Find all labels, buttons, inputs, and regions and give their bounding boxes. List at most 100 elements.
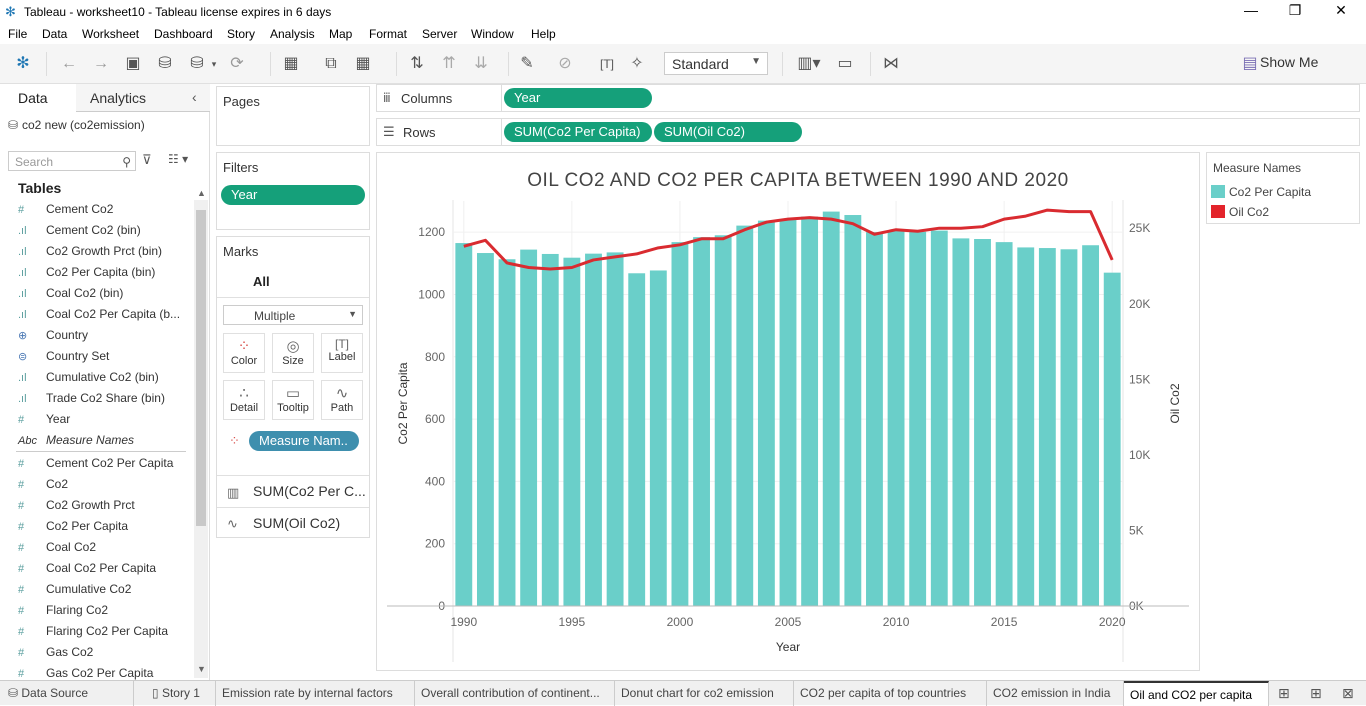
field-item[interactable]: # Gas Co2 — [18, 645, 93, 666]
rows-pill-oil-co2[interactable]: SUM(Oil Co2) — [654, 122, 802, 142]
scroll-up-icon[interactable]: ▲ — [197, 188, 206, 198]
tab-analytics[interactable]: Analytics — [76, 84, 194, 112]
tab-emission-rate[interactable]: Emission rate by internal factors — [216, 681, 415, 706]
new-dashboard-icon[interactable]: ⊞ — [1310, 685, 1322, 702]
menu-server[interactable]: Server — [422, 27, 457, 41]
save-icon[interactable]: ▣ — [122, 53, 144, 75]
menu-file[interactable]: File — [8, 27, 27, 41]
menu-analysis[interactable]: Analysis — [270, 27, 315, 41]
show-mark-labels-icon[interactable]: [T] — [596, 53, 618, 75]
tab-oil-and-co2-per-capita[interactable]: Oil and CO2 per capita — [1124, 681, 1269, 706]
marks-layer-co2-per-capita[interactable]: SUM(Co2 Per C... — [253, 483, 366, 499]
new-datasource-icon[interactable]: ⛁ — [154, 53, 176, 75]
view-size-dropdown[interactable]: Standard ▼ — [664, 52, 768, 75]
view-options-icon[interactable]: ☷ ▾ — [168, 152, 188, 166]
tab-data-source[interactable]: ⛁ Data Source — [0, 681, 134, 706]
field-item[interactable]: .ıl Coal Co2 Per Capita (b... — [18, 307, 180, 328]
menu-data[interactable]: Data — [42, 27, 67, 41]
field-item[interactable]: # Year — [18, 412, 70, 433]
restore-button[interactable]: ❐ — [1272, 2, 1318, 22]
undo-icon[interactable]: ← — [58, 53, 80, 75]
menu-dashboard[interactable]: Dashboard — [154, 27, 213, 41]
tableau-start-icon[interactable]: ✻ — [12, 53, 34, 75]
measure-names-color-pill[interactable]: Measure Nam.. — [249, 431, 359, 451]
tab-co2-emission-india[interactable]: CO2 emission in India — [987, 681, 1124, 706]
marks-path-button[interactable]: ∿ Path — [321, 380, 363, 420]
menu-format[interactable]: Format — [369, 27, 407, 41]
scroll-down-icon[interactable]: ▼ — [197, 664, 206, 674]
tab-story-1[interactable]: ▯ Story 1 — [146, 681, 216, 706]
show-me-icon[interactable]: ▤ — [1240, 53, 1260, 75]
field-item[interactable]: # Flaring Co2 — [18, 603, 108, 624]
menu-window[interactable]: Window — [471, 27, 514, 41]
clear-sheet-icon[interactable]: ▦ — [352, 53, 374, 75]
field-item[interactable]: .ıl Coal Co2 (bin) — [18, 286, 123, 307]
tab-co2-per-capita-top[interactable]: CO2 per capita of top countries — [794, 681, 987, 706]
field-item[interactable]: .ıl Trade Co2 Share (bin) — [18, 391, 165, 412]
menu-help[interactable]: Help — [531, 27, 556, 41]
field-item[interactable]: .ıl Co2 Growth Prct (bin) — [18, 244, 162, 265]
fix-axes-icon[interactable]: ✧ — [626, 53, 648, 75]
minimize-button[interactable]: — — [1228, 2, 1274, 22]
field-item[interactable]: # Cumulative Co2 — [18, 582, 131, 603]
field-item[interactable]: .ıl Co2 Per Capita (bin) — [18, 265, 155, 286]
sort-ascending-icon[interactable]: ⇈ — [438, 53, 460, 75]
filter-icon[interactable]: ⊽ — [142, 152, 152, 168]
show-cards-icon[interactable]: ▥▾ — [794, 53, 824, 75]
new-story-icon[interactable]: ⊠ — [1342, 685, 1354, 702]
columns-pill-year[interactable]: Year — [504, 88, 652, 108]
rows-pill-co2-per-capita[interactable]: SUM(Co2 Per Capita) — [504, 122, 652, 142]
field-item[interactable]: ⊜ Country Set — [18, 349, 109, 370]
rows-shelf: ☰ Rows SUM(Co2 Per Capita) SUM(Oil Co2) — [376, 118, 1360, 146]
chevron-down-icon[interactable]: ▾ — [208, 53, 220, 75]
field-item[interactable]: # Co2 — [18, 477, 68, 498]
new-worksheet-icon[interactable]: ⊞ — [1278, 685, 1290, 702]
field-item[interactable]: # Cement Co2 Per Capita — [18, 456, 173, 477]
mark-type-dropdown[interactable]: Multiple ▼ — [223, 305, 363, 325]
legend-item-co2-per-capita[interactable]: Co2 Per Capita — [1229, 185, 1311, 199]
marks-all-label[interactable]: All — [253, 274, 270, 289]
presentation-mode-icon[interactable]: ▭ — [834, 53, 856, 75]
field-label: Cement Co2 (bin) — [46, 223, 141, 237]
field-item[interactable]: # Flaring Co2 Per Capita — [18, 624, 168, 645]
field-item[interactable]: # Cement Co2 — [18, 202, 113, 223]
share-icon[interactable]: ⋈ — [880, 53, 902, 75]
scrollbar[interactable] — [194, 200, 208, 678]
duplicate-sheet-icon[interactable]: ⧉ — [320, 53, 342, 75]
marks-layer-oil-co2[interactable]: SUM(Oil Co2) — [253, 515, 340, 531]
pause-updates-icon[interactable]: ⛁ — [186, 53, 208, 75]
new-worksheet-icon[interactable]: ▦ — [280, 53, 302, 75]
tab-data[interactable]: Data — [0, 84, 76, 112]
field-item[interactable]: # Co2 Growth Prct — [18, 498, 135, 519]
show-me-button[interactable]: Show Me — [1260, 54, 1318, 70]
swap-axes-icon[interactable]: ⇅ — [406, 53, 428, 75]
legend-item-oil-co2[interactable]: Oil Co2 — [1229, 205, 1269, 219]
datasource-name[interactable]: co2 new (co2emission) — [22, 118, 145, 132]
menu-worksheet[interactable]: Worksheet — [82, 27, 139, 41]
menu-map[interactable]: Map — [329, 27, 352, 41]
marks-size-button[interactable]: ◎ Size — [272, 333, 314, 373]
field-item[interactable]: # Coal Co2 Per Capita — [18, 561, 156, 582]
highlight-icon[interactable]: ✎ — [516, 53, 538, 75]
marks-detail-button[interactable]: ∴ Detail — [223, 380, 265, 420]
marks-label-button[interactable]: [T] Label — [321, 333, 363, 373]
redo-icon[interactable]: → — [90, 53, 112, 75]
marks-color-button[interactable]: ⁘ Color — [223, 333, 265, 373]
field-item[interactable]: ⊕ Country — [18, 328, 88, 349]
field-item[interactable]: # Coal Co2 — [18, 540, 96, 561]
field-item[interactable]: .ıl Cement Co2 (bin) — [18, 223, 141, 244]
group-members-icon[interactable]: ⊘ — [554, 53, 576, 75]
menu-story[interactable]: Story — [227, 27, 255, 41]
marks-tooltip-button[interactable]: ▭ Tooltip — [272, 380, 314, 420]
search-input[interactable]: Search ⚲ — [8, 151, 136, 171]
filter-pill-year[interactable]: Year — [221, 185, 365, 205]
field-item[interactable]: # Co2 Per Capita — [18, 519, 128, 540]
tab-overall-contribution[interactable]: Overall contribution of continent... — [415, 681, 615, 706]
collapse-pane-icon[interactable]: ‹ — [192, 89, 197, 105]
field-item[interactable]: .ıl Cumulative Co2 (bin) — [18, 370, 159, 391]
refresh-icon[interactable]: ⟳ — [226, 53, 248, 75]
sort-descending-icon[interactable]: ⇊ — [470, 53, 492, 75]
close-button[interactable]: ✕ — [1318, 2, 1364, 22]
tab-donut-chart[interactable]: Donut chart for co2 emission — [615, 681, 794, 706]
scrollbar-thumb[interactable] — [196, 210, 206, 526]
